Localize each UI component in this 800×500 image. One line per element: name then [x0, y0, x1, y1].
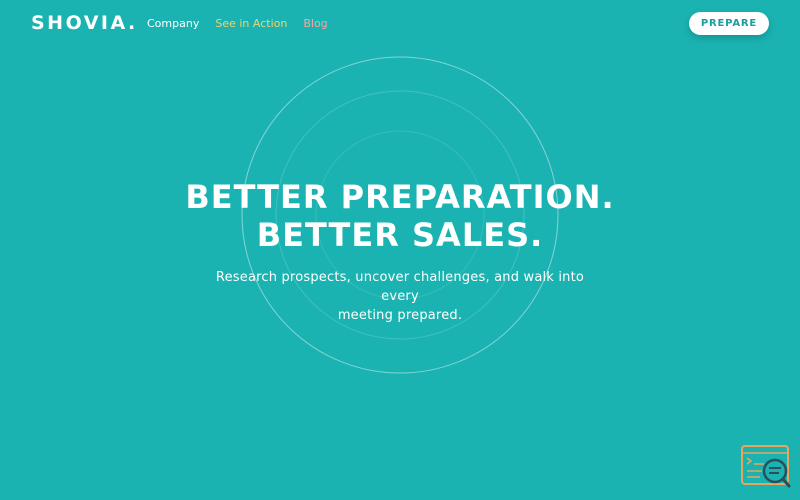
hero-subtitle: Research prospects, uncover challenges, … [200, 268, 600, 325]
nav-link-see-in-action[interactable]: See in Action [215, 17, 287, 30]
nav-link-blog[interactable]: Blog [303, 17, 327, 30]
hero-subtitle-line-1: Research prospects, uncover challenges, … [215, 270, 585, 304]
nav-links: Company See in Action Blog [147, 17, 328, 30]
chat-widget-launcher[interactable] [740, 444, 792, 490]
hero-subtitle-line-2: meeting prepared. [337, 308, 463, 323]
top-navigation: SHOVIA. Company See in Action Blog PREPA… [0, 0, 800, 48]
brand-logo[interactable]: SHOVIA. [31, 12, 138, 34]
hero-title: BETTER PREPARATION. BETTER SALES. [0, 178, 800, 254]
hero-title-line-1: BETTER PREPARATION. [185, 178, 615, 216]
prepare-button[interactable]: PREPARE [689, 12, 769, 35]
hero-title-line-2: BETTER SALES. [256, 216, 544, 254]
search-document-icon [741, 445, 791, 488]
nav-link-company[interactable]: Company [147, 17, 199, 30]
